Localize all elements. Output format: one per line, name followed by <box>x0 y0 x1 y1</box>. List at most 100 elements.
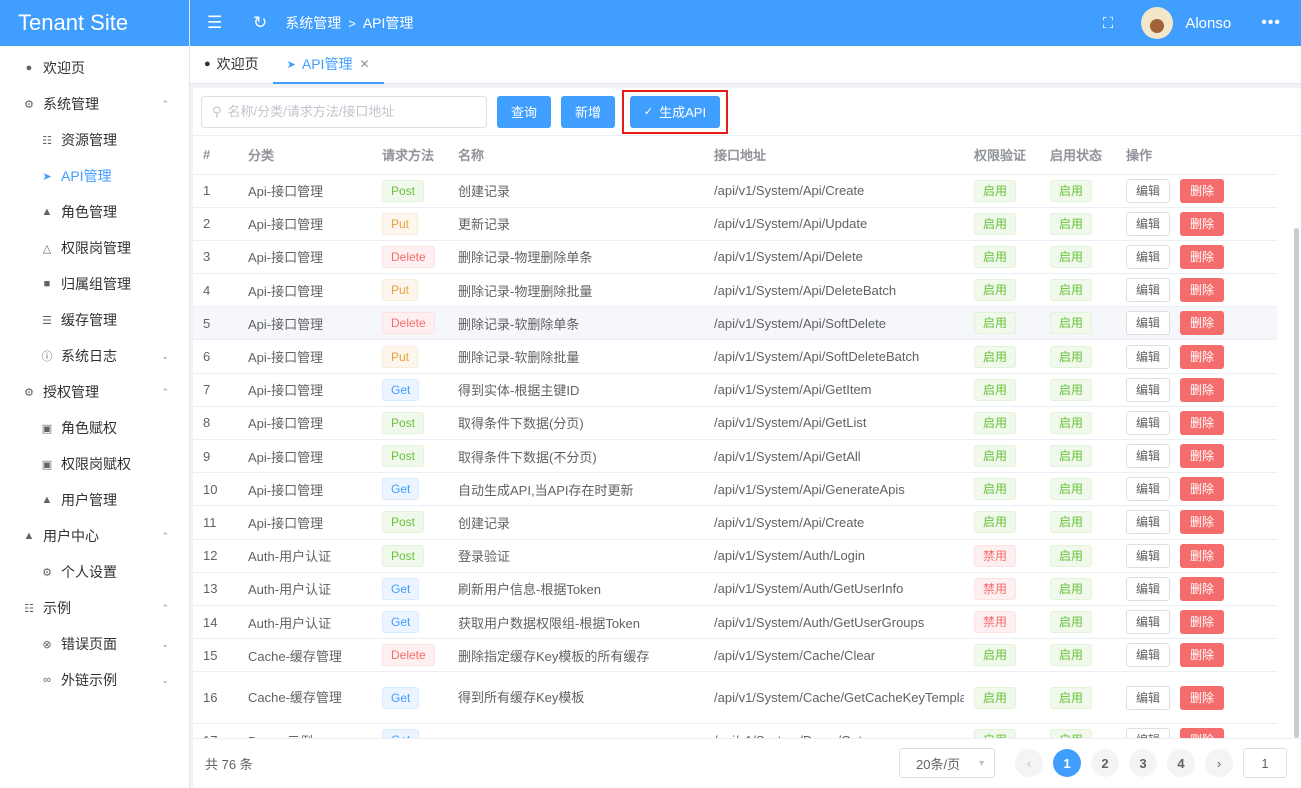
edit-button[interactable]: 编辑 <box>1126 643 1170 668</box>
delete-button[interactable]: 删除 <box>1180 685 1224 710</box>
page-button[interactable]: 1 <box>1053 749 1081 777</box>
breadcrumb-item-system[interactable]: 系统管理 <box>285 13 341 33</box>
table-row[interactable]: 14 Auth-用户认证 Get 获取用户数据权限组-根据Token/api/v1/S… <box>193 605 1277 640</box>
search-box[interactable]: ⚲ <box>201 95 487 128</box>
table-row[interactable]: 1 Api-接口管理 Post 创建记录/api/v1/System/Api/Crea… <box>193 174 1277 208</box>
page-button[interactable]: 2 <box>1091 749 1119 777</box>
delete-button[interactable]: 删除 <box>1180 377 1224 402</box>
edit-button[interactable]: 编辑 <box>1126 211 1170 236</box>
cell-actions: 编辑删除 <box>1116 207 1277 241</box>
table-row[interactable]: 5 Api-接口管理 Delete 删除记录-软删除单条/api/v1/System/… <box>193 306 1277 341</box>
edit-button[interactable]: 编辑 <box>1126 685 1170 710</box>
table-row[interactable]: 8 Api-接口管理 Post 取得条件下数据(分页)/api/v1/System/A… <box>193 406 1277 441</box>
sidebar-item[interactable]: ▲ 角色管理 <box>0 194 189 230</box>
edit-button[interactable]: 编辑 <box>1126 344 1170 369</box>
query-button[interactable]: 查询 <box>497 95 551 128</box>
sidebar-item[interactable]: ⚙ 系统管理 ⌃ <box>0 86 189 122</box>
delete-button[interactable]: 删除 <box>1180 610 1224 635</box>
sidebar-item[interactable]: ● 欢迎页 <box>0 50 189 86</box>
table-row[interactable]: 15 Cache-缓存管理 Delete 删除指定缓存Key模板的所有缓存/api/v… <box>193 638 1277 673</box>
more-icon[interactable]: ••• <box>1261 14 1281 32</box>
edit-button[interactable]: 编辑 <box>1126 244 1170 269</box>
generate-api-button[interactable]: ✓ 生成API <box>630 95 720 128</box>
sidebar-item[interactable]: ➤ API管理 <box>0 158 189 194</box>
sidebar-item[interactable]: ⓘ 系统日志 ⌄ <box>0 338 189 374</box>
page-size-select[interactable]: 20条/页 ▼ <box>899 748 995 778</box>
edit-button[interactable]: 编辑 <box>1126 377 1170 402</box>
close-icon[interactable]: ✕ <box>359 57 369 71</box>
sidebar-item[interactable]: ☷ 资源管理 <box>0 122 189 158</box>
avatar[interactable] <box>1141 7 1174 39</box>
delete-button[interactable]: 删除 <box>1180 344 1224 369</box>
tab-api-management[interactable]: ➤ API管理 ✕ <box>272 45 384 84</box>
breadcrumb-item-api: API管理 <box>362 15 414 31</box>
table-row[interactable]: 16 Cache-缓存管理 Get 得到所有缓存Key模板/api/v1/System… <box>193 671 1277 725</box>
table-row[interactable]: 11 Api-接口管理 Post 创建记录/api/v1/System/Api/Cre… <box>193 505 1277 540</box>
bulb-icon: ● <box>25 62 33 74</box>
toolbar: ⚲ 查询 新增 ✓ 生成API <box>193 88 1301 136</box>
api-icon: ➤ <box>42 170 52 183</box>
delete-button[interactable]: 删除 <box>1180 444 1224 469</box>
delete-button[interactable]: 删除 <box>1180 278 1224 303</box>
cell-status: 启用 <box>1040 472 1116 507</box>
fullscreen-icon[interactable]: ⛶ <box>1103 15 1114 32</box>
sidebar-item[interactable]: ☷ 示例 ⌃ <box>0 590 189 626</box>
edit-button[interactable]: 编辑 <box>1126 278 1170 303</box>
search-input[interactable] <box>227 104 468 119</box>
page-button[interactable]: 4 <box>1167 749 1195 777</box>
edit-button[interactable]: 编辑 <box>1126 510 1170 535</box>
table-row[interactable]: 7 Api-接口管理 Get 得到实体-根据主键ID/api/v1/System/Ap… <box>193 373 1277 407</box>
delete-button[interactable]: 删除 <box>1180 211 1224 236</box>
edit-button[interactable]: 编辑 <box>1126 178 1170 203</box>
table-row[interactable]: 6 Api-接口管理 Put 删除记录-软删除批量/api/v1/System/Api… <box>193 339 1277 374</box>
edit-button[interactable]: 编辑 <box>1126 576 1170 601</box>
sidebar-item[interactable]: ▲ 用户中心 ⌃ <box>0 518 189 554</box>
prev-page-button[interactable]: ‹ <box>1015 749 1043 777</box>
cell-status: 启用 <box>1040 505 1116 540</box>
next-page-button[interactable]: › <box>1205 749 1233 777</box>
page-button[interactable]: 3 <box>1129 749 1157 777</box>
table-row[interactable]: 12 Auth-用户认证 Post 登录验证/api/v1/System/Auth/L… <box>193 539 1277 573</box>
table-row[interactable]: 10 Api-接口管理 Get 自动生成API,当API存在时更新/api/v1/Sy… <box>193 472 1277 507</box>
page-jump-input[interactable]: 1 <box>1243 748 1287 778</box>
edit-button[interactable]: 编辑 <box>1126 444 1170 469</box>
hamburger-icon[interactable]: ☰ <box>207 13 223 33</box>
sidebar-item[interactable]: ☰ 缓存管理 <box>0 302 189 338</box>
sidebar-item[interactable]: ▣ 角色赋权 <box>0 410 189 446</box>
table-row[interactable]: 9 Api-接口管理 Post 取得条件下数据(不分页)/api/v1/System/… <box>193 439 1277 474</box>
edit-button[interactable]: 编辑 <box>1126 410 1170 435</box>
delete-button[interactable]: 删除 <box>1180 543 1224 568</box>
link-icon: ∞ <box>43 674 51 686</box>
sidebar-item[interactable]: ▣ 权限岗赋权 <box>0 446 189 482</box>
edit-button[interactable]: 编辑 <box>1126 543 1170 568</box>
delete-button[interactable]: 删除 <box>1180 576 1224 601</box>
delete-button[interactable]: 删除 <box>1180 643 1224 668</box>
auth-tag: 启用 <box>974 345 1017 368</box>
edit-button[interactable]: 编辑 <box>1126 610 1170 635</box>
sidebar-item[interactable]: ⚙ 个人设置 <box>0 554 189 590</box>
delete-button[interactable]: 删除 <box>1180 178 1224 203</box>
refresh-icon[interactable]: ↻ <box>253 13 267 33</box>
table-row[interactable]: 2 Api-接口管理 Put 更新记录/api/v1/System/Api/Updat… <box>193 207 1277 241</box>
delete-button[interactable]: 删除 <box>1180 510 1224 535</box>
delete-button[interactable]: 删除 <box>1180 477 1224 502</box>
tab-welcome[interactable]: ● 欢迎页 <box>190 45 273 83</box>
add-button[interactable]: 新增 <box>561 95 615 128</box>
sidebar-item[interactable]: ▲ 用户管理 <box>0 482 189 518</box>
sidebar-item[interactable]: ∞ 外链示例 ⌄ <box>0 662 189 698</box>
sidebar-item[interactable]: ⊗ 错误页面 ⌄ <box>0 626 189 662</box>
delete-button[interactable]: 删除 <box>1180 410 1224 435</box>
sidebar-item[interactable]: ⚙ 授权管理 ⌃ <box>0 374 189 410</box>
sidebar-item[interactable]: ■ 归属组管理 <box>0 266 189 302</box>
edit-button[interactable]: 编辑 <box>1126 477 1170 502</box>
sidebar: Tenant Site ● 欢迎页 ⚙ 系统管理 ⌃ ☷ 资源管理 ➤ API管理 ▲ 角色管理 △ 权… <box>0 0 190 788</box>
table-row[interactable]: 4 Api-接口管理 Put 删除记录-物理删除批量/api/v1/System/Ap… <box>193 273 1277 308</box>
table-row[interactable]: 13 Auth-用户认证 Get 刷新用户信息-根据Token/api/v1/Syst… <box>193 572 1277 606</box>
delete-button[interactable]: 删除 <box>1180 311 1224 336</box>
vertical-scrollbar[interactable] <box>1294 228 1299 738</box>
username[interactable]: Alonso <box>1185 15 1231 32</box>
delete-button[interactable]: 删除 <box>1180 244 1224 269</box>
edit-button[interactable]: 编辑 <box>1126 311 1170 336</box>
sidebar-item[interactable]: △ 权限岗管理 <box>0 230 189 266</box>
table-row[interactable]: 3 Api-接口管理 Delete 删除记录-物理删除单条/api/v1/System… <box>193 240 1277 275</box>
